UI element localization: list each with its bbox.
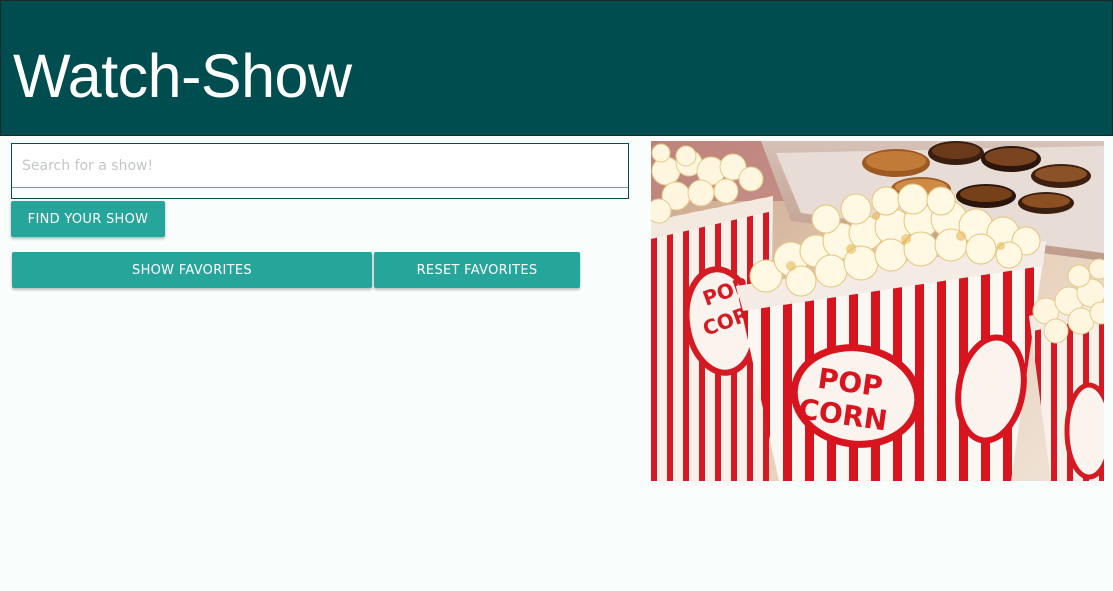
reset-favorites-button-label: RESET FAVORITES	[416, 262, 538, 278]
page-title: Watch-Show	[13, 42, 352, 110]
show-favorites-button-label: SHOW FAVORITES	[132, 262, 252, 278]
reset-favorites-button[interactable]: RESET FAVORITES	[374, 252, 580, 288]
show-favorites-button[interactable]: SHOW FAVORITES	[12, 252, 372, 288]
search-input[interactable]	[12, 144, 628, 188]
popcorn-illustration: POP CORN POP CORN	[651, 141, 1104, 481]
app-header: Watch-Show	[0, 0, 1113, 136]
find-show-button[interactable]: FIND YOUR SHOW	[11, 201, 165, 237]
search-container	[11, 143, 629, 199]
find-show-button-label: FIND YOUR SHOW	[27, 211, 149, 227]
popcorn-hero-image: POP CORN POP CORN	[651, 141, 1104, 481]
